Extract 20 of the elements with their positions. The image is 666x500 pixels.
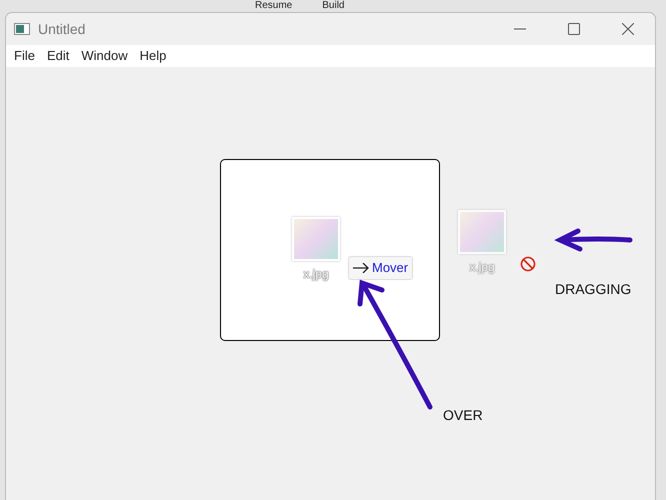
arrow-icon bbox=[353, 262, 369, 273]
menu-item[interactable]: Edit bbox=[40, 46, 76, 66]
move-hint: Mover bbox=[348, 256, 414, 280]
close-icon[interactable] bbox=[622, 23, 634, 35]
menu-item[interactable]: Window bbox=[75, 46, 134, 66]
menu-item[interactable]: File bbox=[8, 46, 41, 66]
maximize-icon[interactable] bbox=[568, 23, 580, 35]
background-label: Resume bbox=[255, 0, 292, 12]
app-icon bbox=[14, 23, 30, 35]
annotation-label: OVER bbox=[443, 406, 483, 425]
image-thumbnail bbox=[292, 217, 340, 261]
file-label: x.jpg bbox=[469, 259, 495, 276]
image-thumbnail bbox=[458, 210, 506, 254]
minimize-icon[interactable] bbox=[514, 28, 526, 30]
window-title: Untitled bbox=[38, 20, 86, 38]
background-label: Build bbox=[322, 0, 344, 12]
annotation-label: DRAGGING bbox=[555, 280, 632, 299]
drop-area[interactable]: x.jpg Mover bbox=[220, 159, 440, 341]
file-label: x.jpg bbox=[303, 266, 329, 283]
menu-item[interactable]: Help bbox=[134, 46, 172, 66]
